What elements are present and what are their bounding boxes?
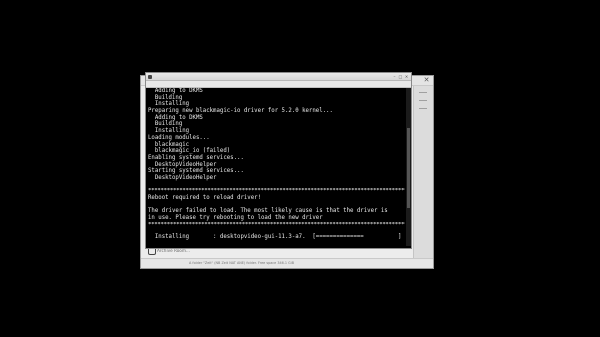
terminal-icon	[148, 74, 152, 79]
minimize-button[interactable]: –	[392, 74, 397, 79]
terminal-line: Building	[148, 121, 183, 128]
status-bar: A folder "Zeit" (NB Zeit NAT ANE) folder…	[141, 258, 433, 268]
background-window-side-panel	[413, 86, 433, 258]
terminal-output: Adding to DKMS Building Installing Prepa…	[148, 88, 405, 228]
terminal-line: Adding to DKMS	[148, 88, 203, 94]
panel-tick	[419, 108, 427, 109]
terminal-line: Installing	[148, 128, 190, 135]
terminal-line: DesktopVideoHelper	[148, 161, 217, 168]
maximize-button[interactable]: □	[398, 74, 403, 79]
close-icon[interactable]: ✕	[423, 77, 430, 84]
separator-line: ****************************************…	[148, 188, 405, 195]
terminal-line: Starting systemd services...	[148, 168, 244, 175]
terminal-line: Preparing new blackmagic-io driver for 5…	[148, 108, 333, 115]
close-button[interactable]: ✕	[404, 74, 409, 79]
terminal-line: DesktopVideoHelper	[148, 174, 217, 181]
terminal-menubar: FileEditViewTerminalTabsHelp	[146, 81, 411, 97]
terminal-line: Building	[148, 94, 183, 101]
terminal-screen[interactable]: Adding to DKMS Building Installing Prepa…	[148, 88, 405, 246]
panel-tick	[419, 92, 427, 93]
terminal-line: Installing	[148, 101, 190, 108]
terminal-line: blackmagic_io (failed)	[148, 148, 231, 155]
terminal-line: blackmagic	[148, 141, 190, 148]
status-text: A folder "Zeit" (NB Zeit NAT ANE) folder…	[189, 261, 295, 265]
terminal-window[interactable]: Terminal - rooty@localhost: ~/Desktop/BM…	[145, 72, 412, 249]
separator-line: ****************************************…	[148, 221, 405, 228]
install-progress-line: Installing : desktopvideo-gui-11.3-a7. […	[148, 234, 405, 240]
terminal-line: Enabling systemd services...	[148, 154, 244, 161]
terminal-titlebar[interactable]: Terminal - rooty@localhost: ~/Desktop/BM…	[146, 73, 411, 89]
terminal-line: Loading modules...	[148, 134, 210, 141]
driver-failed-message: in use. Please try rebooting to load the…	[148, 215, 323, 222]
panel-tick	[419, 100, 427, 101]
reboot-message: Reboot required to reload driver!	[148, 195, 261, 201]
terminal-line: Adding to DKMS	[148, 114, 203, 121]
terminal-scrollbar[interactable]	[406, 88, 411, 246]
scrollbar-thumb[interactable]	[407, 128, 410, 208]
driver-failed-message: The driver failed to load. The most like…	[148, 208, 388, 215]
